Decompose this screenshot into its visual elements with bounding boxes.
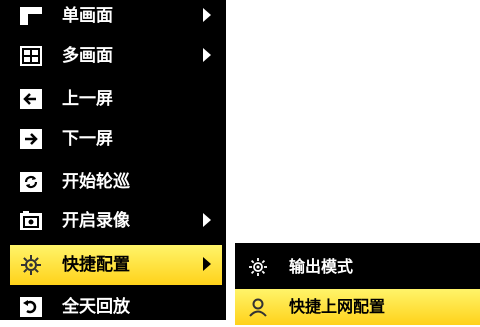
menu-item-next-screen[interactable]: 下一屏 bbox=[0, 119, 226, 159]
menu-item-single-screen[interactable]: 单画面 bbox=[0, 0, 226, 36]
menu-item-label: 多画面 bbox=[62, 46, 113, 66]
submenu-item-label: 快捷上网配置 bbox=[289, 297, 386, 316]
menu-item-label: 下一屏 bbox=[62, 129, 113, 149]
menu-item-start-recording[interactable]: 开启录像 bbox=[0, 201, 226, 241]
multi-screen-icon bbox=[19, 44, 43, 68]
network-user-icon bbox=[247, 296, 269, 318]
menu-item-all-day-playback[interactable]: 全天回放 bbox=[0, 287, 226, 327]
menu-item-label: 开始轮巡 bbox=[62, 172, 130, 192]
arrow-right-icon bbox=[19, 127, 43, 151]
menu-item-multi-screen[interactable]: 多画面 bbox=[0, 36, 226, 76]
menu-item-label: 快捷配置 bbox=[62, 255, 130, 275]
chevron-right-icon bbox=[203, 8, 211, 22]
record-icon bbox=[19, 209, 43, 233]
submenu-item-label: 输出模式 bbox=[289, 257, 354, 276]
arrow-left-icon bbox=[19, 87, 43, 111]
submenu-item-output-mode[interactable]: 输出模式 bbox=[235, 249, 480, 285]
single-screen-icon bbox=[19, 4, 43, 28]
quick-config-submenu: 输出模式 快捷上网配置 bbox=[235, 243, 480, 325]
settings-icon bbox=[19, 253, 43, 277]
chevron-right-icon bbox=[203, 257, 211, 271]
output-mode-icon bbox=[247, 256, 269, 278]
menu-item-label: 上一屏 bbox=[62, 89, 113, 109]
context-menu: 单画面 多画面 上一屏 下一屏 开始轮巡 开启录像 快捷配置 全天回放 bbox=[0, 0, 226, 320]
menu-item-previous-screen[interactable]: 上一屏 bbox=[0, 79, 226, 119]
playback-icon bbox=[19, 295, 43, 319]
menu-item-quick-config[interactable]: 快捷配置 bbox=[10, 245, 222, 285]
menu-item-label: 单画面 bbox=[62, 6, 113, 26]
chevron-right-icon bbox=[203, 213, 211, 227]
menu-item-label: 开启录像 bbox=[62, 211, 130, 231]
menu-item-label: 全天回放 bbox=[62, 297, 130, 317]
chevron-right-icon bbox=[203, 48, 211, 62]
cycle-icon bbox=[19, 170, 43, 194]
menu-item-start-cycle[interactable]: 开始轮巡 bbox=[0, 162, 226, 202]
